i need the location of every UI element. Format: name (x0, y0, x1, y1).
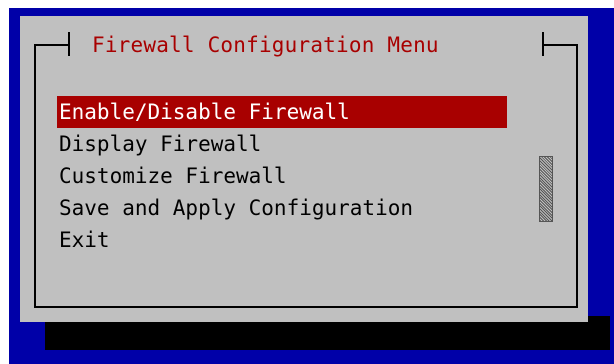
menu-item-save-and-apply-configuration[interactable]: Save and Apply Configuration (57, 192, 517, 224)
menu-scrollbar[interactable] (539, 156, 553, 222)
menu-item-label: Display Firewall (59, 132, 262, 156)
title-tee-right (542, 32, 544, 56)
screen: Firewall Configuration Menu Enable/Disab… (0, 0, 614, 364)
frame-top-right (542, 44, 576, 46)
menu-item-label: Exit (59, 228, 110, 252)
menu-item-label: Enable/Disable Firewall (59, 100, 350, 124)
menu-item-display-firewall[interactable]: Display Firewall (57, 128, 517, 160)
menu-item-label: Customize Firewall (59, 164, 287, 188)
menu-item-exit[interactable]: Exit (57, 224, 517, 256)
menu-item-enable-disable-firewall[interactable]: Enable/Disable Firewall (57, 96, 507, 128)
firewall-dialog: Firewall Configuration Menu Enable/Disab… (20, 16, 588, 322)
frame-top-left (34, 44, 70, 46)
menu-item-customize-firewall[interactable]: Customize Firewall (57, 160, 517, 192)
title-tee-left (68, 32, 70, 56)
firewall-menu: Enable/Disable Firewall Display Firewall… (57, 96, 517, 256)
menu-item-label: Save and Apply Configuration (59, 196, 414, 220)
dialog-title: Firewall Configuration Menu (92, 33, 439, 57)
